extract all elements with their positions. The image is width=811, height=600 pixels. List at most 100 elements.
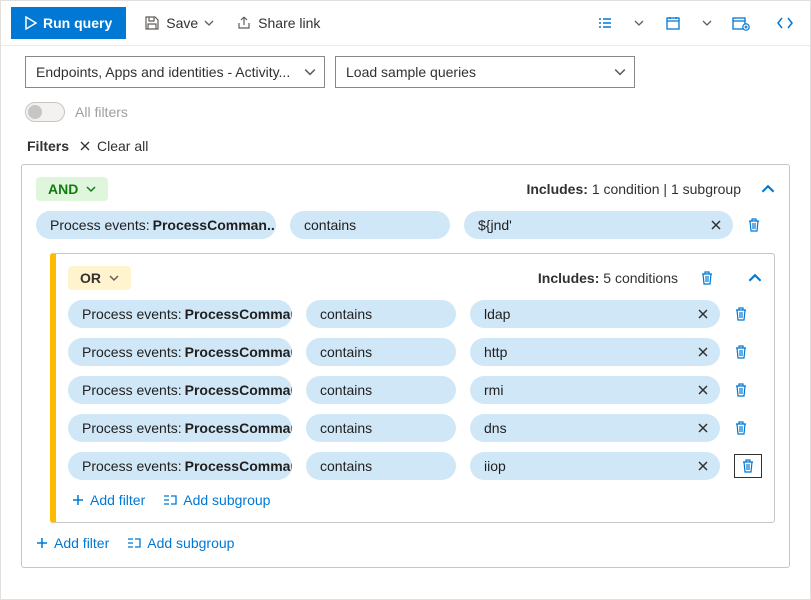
calendar-add-icon: [732, 15, 750, 31]
field-pill[interactable]: Process events: ProcessComman...: [68, 452, 292, 480]
trash-icon: [700, 270, 714, 286]
run-query-label: Run query: [43, 15, 112, 31]
chevron-down-icon: [634, 18, 644, 28]
condition-row: Process events: ProcessComman... contains…: [68, 376, 762, 404]
operator-chip-or[interactable]: OR: [68, 266, 131, 290]
top-toolbar: Run query Save Share link: [1, 1, 810, 46]
filter-group-or: OR Includes: 5 conditions Process events…: [50, 253, 775, 523]
condition-row: Process events: ProcessComman... contain…: [36, 211, 775, 239]
dropdown-row: Endpoints, Apps and identities - Activit…: [1, 46, 810, 98]
subgroup-icon: [163, 494, 177, 506]
calendar-icon: [665, 15, 681, 31]
close-icon: [697, 460, 709, 472]
trash-icon: [747, 217, 761, 233]
condition-row: Process events: ProcessComman... contains…: [68, 452, 762, 480]
close-icon: [697, 422, 709, 434]
chevron-down-icon: [86, 184, 96, 194]
time-range-button[interactable]: [658, 8, 688, 38]
close-icon: [697, 384, 709, 396]
group-head-and: AND Includes: 1 condition | 1 subgroup: [36, 177, 775, 201]
chevron-down-icon: [702, 18, 712, 28]
condition-row: Process events: ProcessComman... contains…: [68, 414, 762, 442]
includes-summary: Includes: 1 condition | 1 subgroup: [526, 181, 741, 197]
chevron-up-icon[interactable]: [761, 182, 775, 196]
chevron-down-icon: [204, 18, 214, 28]
clear-value-button[interactable]: [686, 338, 720, 366]
field-pill[interactable]: Process events: ProcessComman...: [68, 376, 292, 404]
add-filter-button[interactable]: Add filter: [72, 492, 145, 508]
operator-pill[interactable]: contains: [306, 452, 456, 480]
delete-subgroup-button[interactable]: [700, 270, 728, 286]
operator-pill[interactable]: contains: [306, 376, 456, 404]
field-pill[interactable]: Process events: ProcessComman...: [68, 300, 292, 328]
all-filters-label: All filters: [75, 104, 128, 120]
filters-header: Filters Clear all: [1, 132, 810, 164]
clear-value-button[interactable]: [686, 414, 720, 442]
save-icon: [144, 15, 160, 31]
samples-dropdown-label: Load sample queries: [346, 64, 476, 80]
clear-value-button[interactable]: [699, 211, 733, 239]
plus-icon: [72, 494, 84, 506]
scope-dropdown-label: Endpoints, Apps and identities - Activit…: [36, 64, 290, 80]
value-pill[interactable]: rmi: [470, 376, 686, 404]
value-pill[interactable]: http: [470, 338, 686, 366]
plus-icon: [36, 537, 48, 549]
code-icon: [776, 15, 794, 31]
trash-icon: [734, 420, 748, 436]
field-pill[interactable]: Process events: ProcessComman...: [68, 414, 292, 442]
chevron-down-icon: [109, 273, 119, 283]
delete-condition-button[interactable]: [734, 454, 762, 478]
list-view-button[interactable]: [590, 8, 620, 38]
delete-condition-button[interactable]: [734, 420, 762, 436]
operator-chip-label: OR: [80, 270, 101, 286]
list-icon: [597, 15, 613, 31]
chevron-up-icon[interactable]: [748, 271, 762, 285]
operator-pill[interactable]: contains: [306, 338, 456, 366]
operator-pill[interactable]: contains: [306, 300, 456, 328]
chevron-down-icon: [614, 66, 626, 78]
value-pill[interactable]: dns: [470, 414, 686, 442]
trash-icon: [741, 458, 755, 474]
operator-chip-label: AND: [48, 181, 78, 197]
clear-value-button[interactable]: [686, 300, 720, 328]
save-label: Save: [166, 15, 198, 31]
subgroup-add-row: Add filter Add subgroup: [68, 492, 762, 508]
value-pill[interactable]: iiop: [470, 452, 686, 480]
trash-icon: [734, 306, 748, 322]
condition-row: Process events: ProcessComman... contains…: [68, 338, 762, 366]
clear-value-button[interactable]: [686, 376, 720, 404]
delete-condition-button[interactable]: [734, 306, 762, 322]
delete-condition-button[interactable]: [734, 344, 762, 360]
add-subgroup-button[interactable]: Add subgroup: [127, 535, 234, 551]
detection-rule-button[interactable]: [726, 8, 756, 38]
delete-condition-button[interactable]: [734, 382, 762, 398]
share-link-button[interactable]: Share link: [232, 7, 324, 39]
add-subgroup-button[interactable]: Add subgroup: [163, 492, 270, 508]
value-pill[interactable]: ldap: [470, 300, 686, 328]
close-icon: [79, 140, 91, 152]
run-query-button[interactable]: Run query: [11, 7, 126, 39]
includes-summary: Includes: 5 conditions: [538, 270, 678, 286]
value-pill[interactable]: ${jnd': [464, 211, 699, 239]
kql-toggle-button[interactable]: [770, 8, 800, 38]
play-icon: [25, 16, 37, 30]
outer-add-row: Add filter Add subgroup: [36, 535, 775, 551]
save-button[interactable]: Save: [140, 7, 218, 39]
operator-pill[interactable]: contains: [290, 211, 450, 239]
close-icon: [710, 219, 722, 231]
samples-dropdown[interactable]: Load sample queries: [335, 56, 635, 88]
delete-condition-button[interactable]: [747, 217, 775, 233]
share-link-label: Share link: [258, 15, 320, 31]
chevron-down-icon: [304, 66, 316, 78]
scope-dropdown[interactable]: Endpoints, Apps and identities - Activit…: [25, 56, 325, 88]
operator-chip-and[interactable]: AND: [36, 177, 108, 201]
all-filters-toggle[interactable]: [25, 102, 65, 122]
add-filter-button[interactable]: Add filter: [36, 535, 109, 551]
trash-icon: [734, 344, 748, 360]
trash-icon: [734, 382, 748, 398]
operator-pill[interactable]: contains: [306, 414, 456, 442]
field-pill[interactable]: Process events: ProcessComman...: [36, 211, 276, 239]
clear-value-button[interactable]: [686, 452, 720, 480]
clear-all-button[interactable]: Clear all: [79, 138, 148, 154]
field-pill[interactable]: Process events: ProcessComman...: [68, 338, 292, 366]
